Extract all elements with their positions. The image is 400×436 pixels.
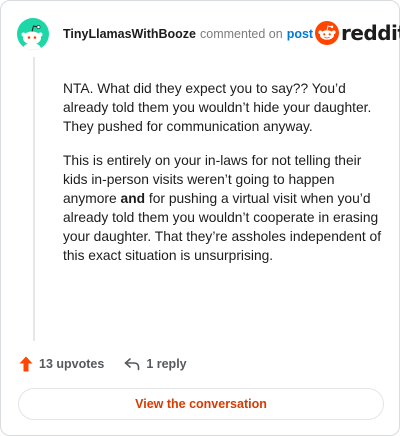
post-link[interactable]: post <box>287 27 313 41</box>
reddit-wordmark: reddit <box>341 21 400 45</box>
view-conversation-button[interactable]: View the conversation <box>18 388 384 420</box>
user-avatar-icon[interactable] <box>17 18 49 50</box>
action-text: commented on <box>200 27 283 41</box>
comment-body: NTA. What did they expect you to say?? Y… <box>63 79 383 280</box>
thread-line <box>33 57 35 341</box>
reply-count: 1 reply <box>146 357 187 371</box>
comment-paragraph-2: This is entirely on your in-laws for not… <box>63 151 383 265</box>
comment-header: TinyLlamasWithBooze commented on post <box>63 25 313 43</box>
paragraph-2-bold-text: and <box>120 191 146 206</box>
reddit-logo[interactable]: reddit <box>315 19 400 47</box>
upvote-count: 13 upvotes <box>39 357 105 371</box>
reddit-logo-icon <box>315 21 339 45</box>
comment-paragraph-1: NTA. What did they expect you to say?? Y… <box>63 81 372 134</box>
upvote-arrow-icon <box>19 356 33 372</box>
comment-card: TinyLlamasWithBooze commented on post re… <box>0 0 400 436</box>
reply-arrow-icon <box>125 358 140 371</box>
upvote-button[interactable]: 13 upvotes <box>19 356 104 372</box>
comment-footer: 13 upvotes 1 reply <box>19 354 187 374</box>
reply-button[interactable]: 1 reply <box>124 357 187 371</box>
username-link[interactable]: TinyLlamasWithBooze <box>63 27 196 41</box>
